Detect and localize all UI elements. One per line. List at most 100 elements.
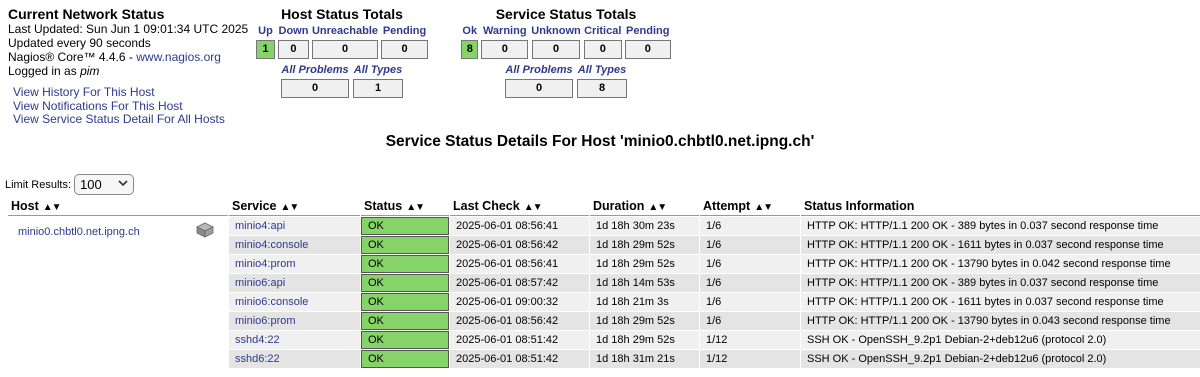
service-link[interactable]: sshd4:22 <box>235 334 280 346</box>
host-column-header[interactable]: Host ▲▼ <box>8 197 228 216</box>
duration-column-header[interactable]: Duration ▲▼ <box>590 197 699 216</box>
status-badge: OK <box>361 331 449 349</box>
service-cell[interactable]: sshd4:22 <box>229 331 360 349</box>
attempt-cell: 1/6 <box>700 255 800 273</box>
host-status-totals: Host Status Totals Up 1 Down 0 Unreachable… <box>254 6 430 98</box>
service-cell[interactable]: minio6:api <box>229 274 360 292</box>
service-pending-count[interactable]: 0 <box>624 40 671 59</box>
service-link[interactable]: minio4:console <box>235 239 308 251</box>
service-cell[interactable]: minio4:console <box>229 236 360 254</box>
status-information-cell: HTTP OK: HTTP/1.1 200 OK - 389 bytes in … <box>801 274 1200 292</box>
service-totals-title: Service Status Totals <box>495 6 637 22</box>
service-status-totals: Service Status Totals Ok 8 Warning 0 Unkno… <box>458 6 674 98</box>
attempt-cell: 1/12 <box>700 350 800 368</box>
server-icon[interactable] <box>194 221 216 242</box>
status-information-cell: HTTP OK: HTTP/1.1 200 OK - 13790 bytes i… <box>801 255 1200 273</box>
service-warning-count[interactable]: 0 <box>481 40 529 59</box>
logged-in-label: Logged in as <box>8 64 81 78</box>
last-check-column-header[interactable]: Last Check ▲▼ <box>450 197 589 216</box>
host-pending-count[interactable]: 0 <box>381 40 429 59</box>
sort-arrows-icon[interactable]: ▲▼ <box>43 202 62 213</box>
host-all-problems-count[interactable]: 0 <box>281 79 349 98</box>
attempt-cell: 1/6 <box>700 236 800 254</box>
view-notifications-link[interactable]: View Notifications For This Host <box>13 99 225 114</box>
host-link[interactable]: minio0.chbtl0.net.ipng.ch <box>18 226 140 238</box>
service-critical-count[interactable]: 0 <box>583 40 622 59</box>
last-check-cell: 2025-06-01 08:56:42 <box>450 312 589 330</box>
status-information-cell: HTTP OK: HTTP/1.1 200 OK - 13790 bytes i… <box>801 312 1200 330</box>
last-check-cell: 2025-06-01 08:56:41 <box>450 217 589 235</box>
service-link[interactable]: minio6:api <box>235 277 285 289</box>
service-cell[interactable]: minio6:console <box>229 293 360 311</box>
service-cell[interactable]: minio4:api <box>229 217 360 235</box>
host-links: View History For This Host View Notifica… <box>13 85 225 127</box>
service-all-problems-header[interactable]: All Problems <box>505 64 572 77</box>
view-all-hosts-link[interactable]: View Service Status Detail For All Hosts <box>13 112 225 127</box>
host-down-header[interactable]: Down <box>279 25 309 38</box>
duration-cell: 1d 18h 30m 23s <box>590 217 699 235</box>
sort-arrows-icon[interactable]: ▲▼ <box>648 202 667 213</box>
service-all-types-header[interactable]: All Types <box>578 64 627 77</box>
service-status-table: Host ▲▼ Service ▲▼ Status ▲▼ Last Check ▲▼ D… <box>7 196 1200 369</box>
info-title: Current Network Status <box>8 6 165 22</box>
username: pim <box>80 64 100 78</box>
service-unknown-count[interactable]: 0 <box>532 40 580 59</box>
service-unknown-header[interactable]: Unknown <box>531 25 581 38</box>
attempt-cell: 1/6 <box>700 274 800 292</box>
service-cell[interactable]: sshd6:22 <box>229 350 360 368</box>
service-warning-header[interactable]: Warning <box>483 25 527 38</box>
sort-arrows-icon[interactable]: ▲▼ <box>406 202 425 213</box>
last-check-cell: 2025-06-01 08:56:42 <box>450 236 589 254</box>
service-critical-header[interactable]: Critical <box>584 25 621 38</box>
host-unreachable-count[interactable]: 0 <box>312 40 378 59</box>
view-history-link[interactable]: View History For This Host <box>13 85 225 100</box>
duration-cell: 1d 18h 21m 3s <box>590 293 699 311</box>
last-check-cell: 2025-06-01 09:00:32 <box>450 293 589 311</box>
duration-cell: 1d 18h 29m 52s <box>590 331 699 349</box>
nagios-link[interactable]: www.nagios.org <box>136 50 221 64</box>
service-link[interactable]: minio4:api <box>235 220 285 232</box>
host-unreachable-header[interactable]: Unreachable <box>312 25 378 38</box>
host-up-count[interactable]: 1 <box>255 40 275 59</box>
host-cell: minio0.chbtl0.net.ipng.ch <box>8 217 228 368</box>
service-link[interactable]: sshd6:22 <box>235 353 280 365</box>
last-check-cell: 2025-06-01 08:57:42 <box>450 274 589 292</box>
duration-cell: 1d 18h 29m 52s <box>590 236 699 254</box>
service-column-header[interactable]: Service ▲▼ <box>229 197 360 216</box>
host-all-problems-header[interactable]: All Problems <box>281 64 348 77</box>
sort-arrows-icon[interactable]: ▲▼ <box>524 202 543 213</box>
service-cell[interactable]: minio4:prom <box>229 255 360 273</box>
status-badge: OK <box>361 350 449 368</box>
limit-value: 100 <box>80 177 102 192</box>
attempt-cell: 1/6 <box>700 217 800 235</box>
service-ok-count[interactable]: 8 <box>461 40 479 59</box>
status-information-cell: HTTP OK: HTTP/1.1 200 OK - 1611 bytes in… <box>801 293 1200 311</box>
host-down-count[interactable]: 0 <box>277 40 309 59</box>
service-link[interactable]: minio4:prom <box>235 258 296 270</box>
attempt-column-header[interactable]: Attempt ▲▼ <box>700 197 800 216</box>
host-all-types-count[interactable]: 1 <box>353 79 403 98</box>
status-information-cell: SSH OK - OpenSSH_9.2p1 Debian-2+deb12u6 … <box>801 350 1200 368</box>
status-column-header[interactable]: Status ▲▼ <box>361 197 449 216</box>
chevron-down-icon <box>118 179 128 190</box>
attempt-cell: 1/6 <box>700 293 800 311</box>
service-link[interactable]: minio6:console <box>235 296 308 308</box>
status-information-cell: HTTP OK: HTTP/1.1 200 OK - 389 bytes in … <box>801 217 1200 235</box>
service-all-types-count[interactable]: 8 <box>577 79 627 98</box>
status-information-cell: SSH OK - OpenSSH_9.2p1 Debian-2+deb12u6 … <box>801 331 1200 349</box>
last-check-cell: 2025-06-01 08:51:42 <box>450 331 589 349</box>
sort-arrows-icon[interactable]: ▲▼ <box>754 202 773 213</box>
host-pending-header[interactable]: Pending <box>383 25 426 38</box>
limit-select[interactable]: 100 <box>74 174 135 195</box>
host-up-header[interactable]: Up <box>258 25 273 38</box>
service-pending-header[interactable]: Pending <box>626 25 669 38</box>
last-updated: Last Updated: Sun Jun 1 09:01:34 UTC 202… <box>8 22 249 36</box>
service-ok-header[interactable]: Ok <box>462 25 477 38</box>
service-link[interactable]: minio6:prom <box>235 315 296 327</box>
service-cell[interactable]: minio6:prom <box>229 312 360 330</box>
sort-arrows-icon[interactable]: ▲▼ <box>280 202 299 213</box>
host-all-types-header[interactable]: All Types <box>354 64 403 77</box>
service-all-problems-count[interactable]: 0 <box>505 79 573 98</box>
version-text: Nagios® Core™ 4.4.6 - <box>8 50 137 64</box>
page-title: Service Status Details For Host 'minio0.… <box>385 133 815 150</box>
